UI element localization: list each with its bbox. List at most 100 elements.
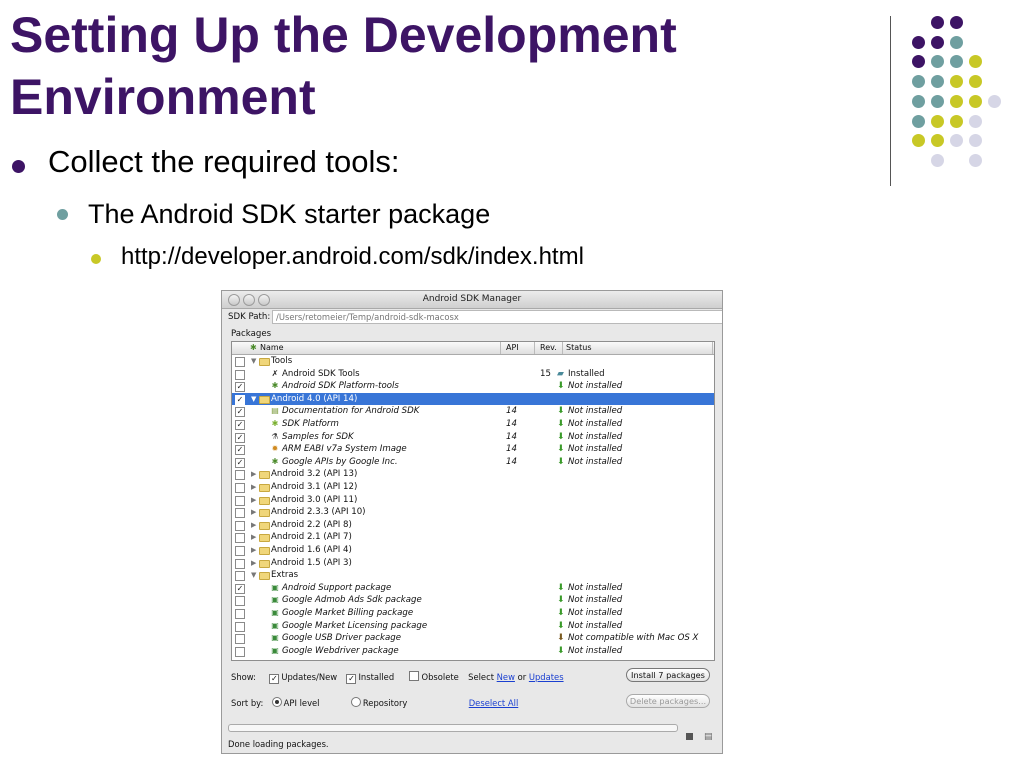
row-checkbox[interactable] xyxy=(235,470,245,481)
row-checkbox[interactable] xyxy=(235,571,245,582)
column-api[interactable]: API xyxy=(506,343,519,352)
decorative-dot xyxy=(988,94,1001,108)
expand-arrow-icon[interactable]: ▶ xyxy=(251,557,256,570)
table-row[interactable]: ▣ Google Market Billing package ⬇ Not insta… xyxy=(232,607,714,620)
decorative-dot xyxy=(931,75,944,89)
row-checkbox[interactable]: ✓ xyxy=(235,420,245,430)
bullet-marker xyxy=(91,254,101,264)
repository-radio[interactable] xyxy=(350,697,361,707)
table-row[interactable]: ✓ ✹ ARM EABI v7a System Image 14 ⬇ Not instal… xyxy=(232,443,714,456)
row-checkbox[interactable] xyxy=(235,495,245,506)
row-checkbox[interactable] xyxy=(235,596,245,607)
table-row[interactable]: ▼ Tools xyxy=(232,355,714,368)
row-checkbox[interactable] xyxy=(235,508,245,519)
deselect-all-link[interactable]: Deselect All xyxy=(469,698,519,708)
decorative-dot xyxy=(912,35,925,49)
status-text: Done loading packages. xyxy=(228,739,329,749)
table-row[interactable]: ▶ Android 3.1 (API 12) xyxy=(232,481,714,494)
row-checkbox[interactable]: ✓ xyxy=(235,583,245,594)
row-checkbox[interactable]: ✓ xyxy=(235,382,245,393)
addon-icon: ✱ xyxy=(271,456,279,466)
delete-packages-button[interactable]: Delete packages... xyxy=(626,694,710,708)
row-checkbox[interactable] xyxy=(235,646,245,657)
decorative-dot xyxy=(950,55,963,69)
row-checkbox[interactable]: ✓ xyxy=(235,432,245,443)
doc-icon: ▤ xyxy=(271,406,279,416)
updates-new-checkbox[interactable]: ✓ xyxy=(269,674,280,684)
select-updates-link[interactable]: Updates xyxy=(529,672,564,682)
table-row[interactable]: ▣ Google USB Driver package ⬇ Not compatibl… xyxy=(232,632,714,645)
table-row[interactable]: ▼ Extras xyxy=(232,569,714,582)
collapse-arrow-icon[interactable]: ▼ xyxy=(251,355,256,368)
sdk-path-label: SDK Path: xyxy=(228,312,271,322)
column-status[interactable]: Status xyxy=(566,343,592,352)
table-row[interactable]: ▶ Android 1.5 (API 3) xyxy=(232,557,714,570)
expand-arrow-icon[interactable]: ▶ xyxy=(251,544,256,557)
expand-arrow-icon[interactable]: ▶ xyxy=(251,481,256,494)
row-checkbox[interactable] xyxy=(235,369,245,380)
expand-arrow-icon[interactable]: ▶ xyxy=(251,468,256,481)
table-row[interactable]: ✓ ▤ Documentation for Android SDK 14 ⬇ Not in… xyxy=(232,405,714,418)
table-row[interactable]: ✓ ✱ SDK Platform 14 ⬇ Not installed xyxy=(232,418,714,431)
row-name: Extras xyxy=(271,570,299,581)
row-status: Not installed xyxy=(568,620,623,631)
folder-icon xyxy=(259,395,270,404)
row-checkbox[interactable] xyxy=(235,483,245,493)
decorative-dot xyxy=(931,94,944,108)
column-name[interactable]: Name xyxy=(260,343,284,352)
select-new-link[interactable]: New xyxy=(497,672,515,682)
table-row[interactable]: ▶ Android 2.3.3 (API 10) xyxy=(232,506,714,519)
table-row[interactable]: ✓ ▣ Android Support package ⬇ Not installed xyxy=(232,582,714,595)
table-row[interactable]: ▶ Android 2.2 (API 8) xyxy=(232,519,714,532)
install-packages-button[interactable]: Install 7 packages xyxy=(626,668,710,682)
row-checkbox[interactable] xyxy=(235,558,245,569)
expand-arrow-icon[interactable]: ▶ xyxy=(251,506,256,519)
row-checkbox[interactable]: ✓ xyxy=(235,394,245,405)
select-label: Select xyxy=(468,672,494,682)
decorative-dot xyxy=(931,35,944,49)
table-row[interactable]: ▶ Android 2.1 (API 7) xyxy=(232,531,714,544)
table-row[interactable]: ▶ Android 3.2 (API 13) xyxy=(232,468,714,481)
installed-checkbox[interactable]: ✓ xyxy=(346,674,357,684)
table-row[interactable]: ✓ ✱ Android SDK Platform-tools ⬇ Not install… xyxy=(232,380,714,393)
decorative-dot xyxy=(950,75,963,89)
row-checkbox[interactable] xyxy=(235,621,245,632)
download-arrow-icon: ⬇ xyxy=(557,381,565,392)
table-row[interactable]: ✗ Android SDK Tools 15 ▰ Installed xyxy=(232,368,714,381)
row-checkbox[interactable]: ✓ xyxy=(235,457,245,468)
table-row[interactable]: ✓ ⚗ Samples for SDK 14 ⬇ Not installed xyxy=(232,431,714,444)
table-row[interactable]: ▣ Google Webdriver package ⬇ Not installed xyxy=(232,645,714,658)
obsolete-checkbox[interactable] xyxy=(409,671,420,681)
decorative-dot xyxy=(969,75,982,89)
installed-label: Installed xyxy=(358,672,395,682)
row-checkbox[interactable]: ✓ xyxy=(235,445,245,456)
bullet-level3-url: http://developer.android.com/sdk/index.h… xyxy=(121,243,584,270)
sdk-path-field[interactable]: /Users/retomeier/Temp/android-sdk-macosx xyxy=(272,310,722,324)
row-checkbox[interactable] xyxy=(235,357,245,367)
stop-icon[interactable] xyxy=(686,733,693,740)
table-row[interactable]: ✓ ✱ Google APIs by Google Inc. 14 ⬇ Not insta… xyxy=(232,456,714,469)
collapse-arrow-icon[interactable]: ▼ xyxy=(251,393,256,406)
row-checkbox[interactable] xyxy=(235,546,245,556)
row-checkbox[interactable] xyxy=(235,634,245,645)
row-checkbox[interactable]: ✓ xyxy=(235,407,245,418)
expand-arrow-icon[interactable]: ▶ xyxy=(251,494,256,507)
table-row[interactable]: ▣ Google Admob Ads Sdk package ⬇ Not instal… xyxy=(232,594,714,607)
row-checkbox[interactable] xyxy=(235,533,245,544)
expand-arrow-icon[interactable]: ▶ xyxy=(251,531,256,544)
table-row[interactable]: ▶ Android 3.0 (API 11) xyxy=(232,494,714,507)
row-checkbox[interactable] xyxy=(235,520,245,531)
api-level-radio[interactable] xyxy=(271,697,282,707)
column-rev[interactable]: Rev. xyxy=(540,343,557,352)
collapse-arrow-icon[interactable]: ▼ xyxy=(251,569,256,582)
incompatible-download-icon: ⬇ xyxy=(557,633,565,644)
row-name: ARM EABI v7a System Image xyxy=(282,444,407,455)
table-row[interactable]: ▶ Android 1.6 (API 4) xyxy=(232,544,714,557)
expand-arrow-icon[interactable]: ▶ xyxy=(251,519,256,532)
row-api: 14 xyxy=(506,406,517,417)
table-row[interactable]: ▣ Google Market Licensing package ⬇ Not ins… xyxy=(232,620,714,633)
log-icon[interactable]: ▤ xyxy=(704,732,713,742)
chip-icon: ✹ xyxy=(271,444,279,454)
row-checkbox[interactable] xyxy=(235,609,245,619)
table-row[interactable]: ✓ ▼ Android 4.0 (API 14) xyxy=(232,392,714,406)
